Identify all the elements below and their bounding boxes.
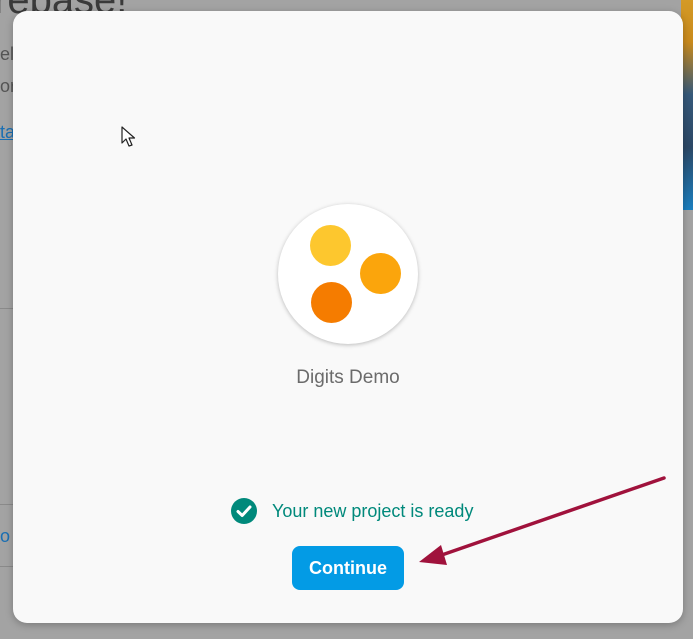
continue-button[interactable]: Continue	[292, 546, 404, 590]
logo-dot-yellow	[310, 225, 351, 266]
project-logo	[278, 204, 418, 344]
check-circle-icon	[231, 498, 257, 524]
project-ready-dialog: Digits Demo Your new project is ready Co…	[13, 11, 683, 623]
logo-dot-dark-orange	[311, 282, 352, 323]
project-status: Your new project is ready	[231, 498, 473, 524]
project-name: Digits Demo	[296, 367, 400, 388]
status-message: Your new project is ready	[272, 500, 474, 521]
background-divider	[0, 308, 14, 309]
mouse-pointer-icon	[121, 126, 136, 147]
background-divider	[0, 504, 14, 505]
logo-dot-orange	[360, 253, 401, 294]
screen: rebase! elo ore ta o p Digits Demo Your …	[0, 0, 693, 639]
background-divider	[0, 566, 14, 567]
